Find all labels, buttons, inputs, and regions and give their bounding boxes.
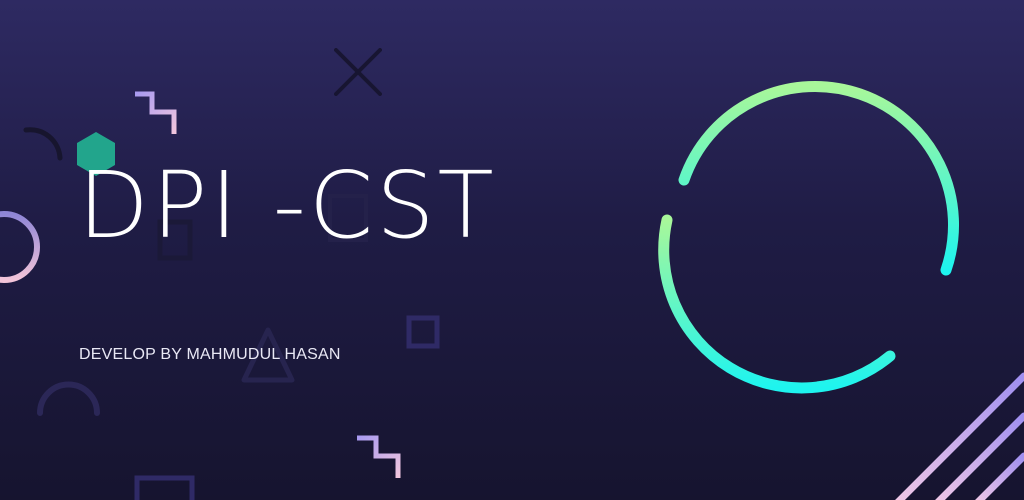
arc-shape — [23, 127, 63, 161]
square-outline-shape — [134, 475, 195, 500]
diagonal-stripes — [895, 372, 1024, 500]
x-shape — [334, 48, 382, 96]
zigzag-shape — [357, 435, 401, 478]
zigzag-shape — [135, 91, 177, 134]
arc-shape — [37, 381, 100, 416]
splash-screen: DPI -CST DEVELOP BY MAHMUDUL HASAN — [0, 0, 1024, 500]
ring-shape — [658, 81, 959, 394]
ring-shape — [0, 211, 40, 283]
square-outline-shape — [406, 315, 440, 349]
developer-credit: DEVELOP BY MAHMUDUL HASAN — [79, 346, 341, 363]
app-title: DPI -CST — [78, 152, 497, 259]
